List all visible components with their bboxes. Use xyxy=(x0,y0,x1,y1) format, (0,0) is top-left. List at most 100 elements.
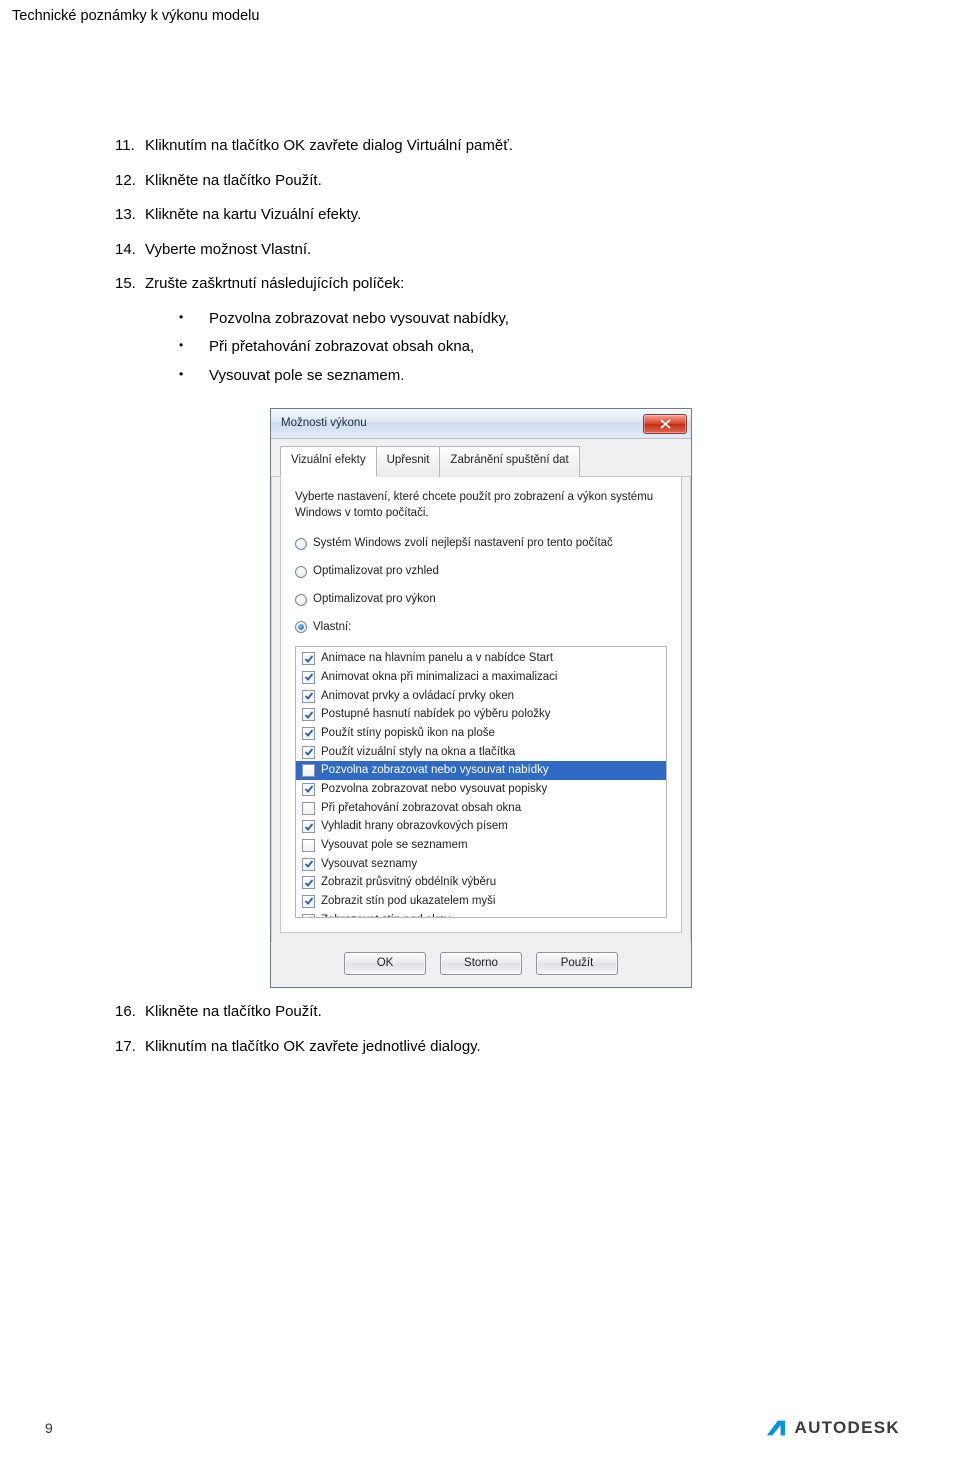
checkbox-label: Animovat prvky a ovládací prvky oken xyxy=(321,688,514,705)
checkbox-label: Použít vizuální styly na okna a tlačítka xyxy=(321,744,515,761)
steps-list-a: 11.Kliknutím na tlačítko OK zavřete dial… xyxy=(115,132,875,299)
checkbox-option[interactable]: Animovat prvky a ovládací prvky oken xyxy=(296,687,666,706)
page-header: Technické poznámky k výkonu modelu xyxy=(0,0,960,24)
effects-listbox[interactable]: Animace na hlavním panelu a v nabídce St… xyxy=(295,646,667,918)
checkbox-option[interactable]: Vysouvat seznamy xyxy=(296,855,666,874)
cancel-button[interactable]: Storno xyxy=(440,952,522,975)
step-text: Kliknutím na tlačítko OK zavřete jednotl… xyxy=(145,1033,481,1062)
step-text: Zrušte zaškrtnutí následujících políček: xyxy=(145,270,404,299)
checkbox-icon xyxy=(302,876,315,889)
radio-label: Systém Windows zvolí nejlepší nastavení … xyxy=(313,533,613,555)
autodesk-icon xyxy=(765,1417,787,1439)
checkbox-option[interactable]: Zobrazit průsvitný obdélník výběru xyxy=(296,873,666,892)
checkbox-icon xyxy=(302,671,315,684)
checkbox-option[interactable]: Použít stíny popisků ikon na ploše xyxy=(296,724,666,743)
bullet-list: Pozvolna zobrazovat nebo vysouvat nabídk… xyxy=(179,305,875,391)
step-text: Klikněte na tlačítko Použít. xyxy=(145,998,322,1027)
content-area: 11.Kliknutím na tlačítko OK zavřete dial… xyxy=(0,24,960,1061)
dialog-title: Možnosti výkonu xyxy=(281,413,367,435)
bullet-item: Vysouvat pole se seznamem. xyxy=(179,362,875,391)
checkbox-label: Pozvolna zobrazovat nebo vysouvat popisk… xyxy=(321,781,547,798)
dialog-screenshot: Možnosti výkonu Vizuální efektyUpřesnitZ… xyxy=(270,408,875,988)
checkbox-option[interactable]: Použít vizuální styly na okna a tlačítka xyxy=(296,743,666,762)
checkbox-label: Použít stíny popisků ikon na ploše xyxy=(321,725,495,742)
checkbox-option[interactable]: Pozvolna zobrazovat nebo vysouvat popisk… xyxy=(296,780,666,799)
close-button[interactable] xyxy=(643,414,687,434)
radio-option[interactable]: Optimalizovat pro vzhled xyxy=(295,561,667,583)
checkbox-icon xyxy=(302,895,315,908)
page-number: 9 xyxy=(45,1420,53,1436)
apply-button[interactable]: Použít xyxy=(536,952,618,975)
checkbox-icon xyxy=(302,858,315,871)
radio-option[interactable]: Vlastní: xyxy=(295,617,667,639)
autodesk-logo: AUTODESK xyxy=(765,1417,901,1439)
checkbox-label: Pozvolna zobrazovat nebo vysouvat nabídk… xyxy=(321,762,549,779)
dialog-titlebar: Možnosti výkonu xyxy=(271,409,691,439)
step-number: 16. xyxy=(115,998,145,1027)
step-item: 14.Vyberte možnost Vlastní. xyxy=(115,236,875,265)
step-item: 16.Klikněte na tlačítko Použít. xyxy=(115,998,875,1027)
checkbox-option[interactable]: Animovat okna při minimalizaci a maximal… xyxy=(296,668,666,687)
checkbox-label: Animace na hlavním panelu a v nabídce St… xyxy=(321,650,553,667)
radio-option[interactable]: Optimalizovat pro výkon xyxy=(295,589,667,611)
panel-intro-text: Vyberte nastavení, které chcete použít p… xyxy=(295,489,667,521)
checkbox-icon xyxy=(302,764,315,777)
checkbox-option[interactable]: Při přetahování zobrazovat obsah okna xyxy=(296,799,666,818)
radio-icon xyxy=(295,621,307,633)
step-text: Klikněte na tlačítko Použít. xyxy=(145,167,322,196)
checkbox-option[interactable]: Pozvolna zobrazovat nebo vysouvat nabídk… xyxy=(296,761,666,780)
step-number: 12. xyxy=(115,167,145,196)
step-item: 12.Klikněte na tlačítko Použít. xyxy=(115,167,875,196)
checkbox-option[interactable]: Zobrazovat stín pod okny xyxy=(296,911,666,919)
checkbox-label: Animovat okna při minimalizaci a maximal… xyxy=(321,669,557,686)
tab-zabr-n-n-spu-t-n-dat[interactable]: Zabránění spuštění dat xyxy=(439,446,579,477)
radio-label: Optimalizovat pro výkon xyxy=(313,589,436,611)
radio-label: Optimalizovat pro vzhled xyxy=(313,561,439,583)
tab-up-esnit[interactable]: Upřesnit xyxy=(376,446,441,477)
performance-options-dialog: Možnosti výkonu Vizuální efektyUpřesnitZ… xyxy=(270,408,692,988)
checkbox-label: Vyhladit hrany obrazovkových písem xyxy=(321,818,508,835)
radio-icon xyxy=(295,538,307,550)
radio-icon xyxy=(295,566,307,578)
radio-icon xyxy=(295,594,307,606)
checkbox-label: Zobrazovat stín pod okny xyxy=(321,912,450,919)
step-item: 13.Klikněte na kartu Vizuální efekty. xyxy=(115,201,875,230)
step-text: Kliknutím na tlačítko OK zavřete dialog … xyxy=(145,132,513,161)
dialog-button-bar: OK Storno Použít xyxy=(271,942,691,987)
bullet-item: Pozvolna zobrazovat nebo vysouvat nabídk… xyxy=(179,305,875,334)
checkbox-icon xyxy=(302,839,315,852)
step-number: 13. xyxy=(115,201,145,230)
close-icon xyxy=(660,419,671,429)
tab-strip: Vizuální efektyUpřesnitZabránění spuštěn… xyxy=(271,439,691,477)
step-item: 17.Kliknutím na tlačítko OK zavřete jedn… xyxy=(115,1033,875,1062)
checkbox-label: Při přetahování zobrazovat obsah okna xyxy=(321,800,521,817)
page-header-text: Technické poznámky k výkonu modelu xyxy=(12,8,259,24)
checkbox-option[interactable]: Vyhladit hrany obrazovkových písem xyxy=(296,817,666,836)
checkbox-icon xyxy=(302,914,315,919)
radio-option[interactable]: Systém Windows zvolí nejlepší nastavení … xyxy=(295,533,667,555)
step-text: Vyberte možnost Vlastní. xyxy=(145,236,311,265)
checkbox-option[interactable]: Zobrazit stín pod ukazatelem myši xyxy=(296,892,666,911)
checkbox-icon xyxy=(302,746,315,759)
step-number: 17. xyxy=(115,1033,145,1062)
radio-group: Systém Windows zvolí nejlepší nastavení … xyxy=(295,533,667,638)
step-number: 11. xyxy=(115,132,145,161)
page-footer: 9 AUTODESK xyxy=(0,1417,960,1439)
checkbox-label: Zobrazit stín pod ukazatelem myši xyxy=(321,893,496,910)
step-number: 15. xyxy=(115,270,145,299)
step-item: 11.Kliknutím na tlačítko OK zavřete dial… xyxy=(115,132,875,161)
checkbox-option[interactable]: Postupné hasnutí nabídek po výběru polož… xyxy=(296,705,666,724)
bullet-item: Při přetahování zobrazovat obsah okna, xyxy=(179,333,875,362)
checkbox-icon xyxy=(302,802,315,815)
checkbox-icon xyxy=(302,690,315,703)
checkbox-icon xyxy=(302,783,315,796)
checkbox-option[interactable]: Animace na hlavním panelu a v nabídce St… xyxy=(296,649,666,668)
steps-list-b: 16.Klikněte na tlačítko Použít.17.Kliknu… xyxy=(115,998,875,1061)
checkbox-icon xyxy=(302,652,315,665)
checkbox-label: Vysouvat pole se seznamem xyxy=(321,837,468,854)
checkbox-option[interactable]: Vysouvat pole se seznamem xyxy=(296,836,666,855)
tab-vizu-ln-efekty[interactable]: Vizuální efekty xyxy=(280,446,377,477)
radio-label: Vlastní: xyxy=(313,617,351,639)
ok-button[interactable]: OK xyxy=(344,952,426,975)
checkbox-label: Vysouvat seznamy xyxy=(321,856,417,873)
